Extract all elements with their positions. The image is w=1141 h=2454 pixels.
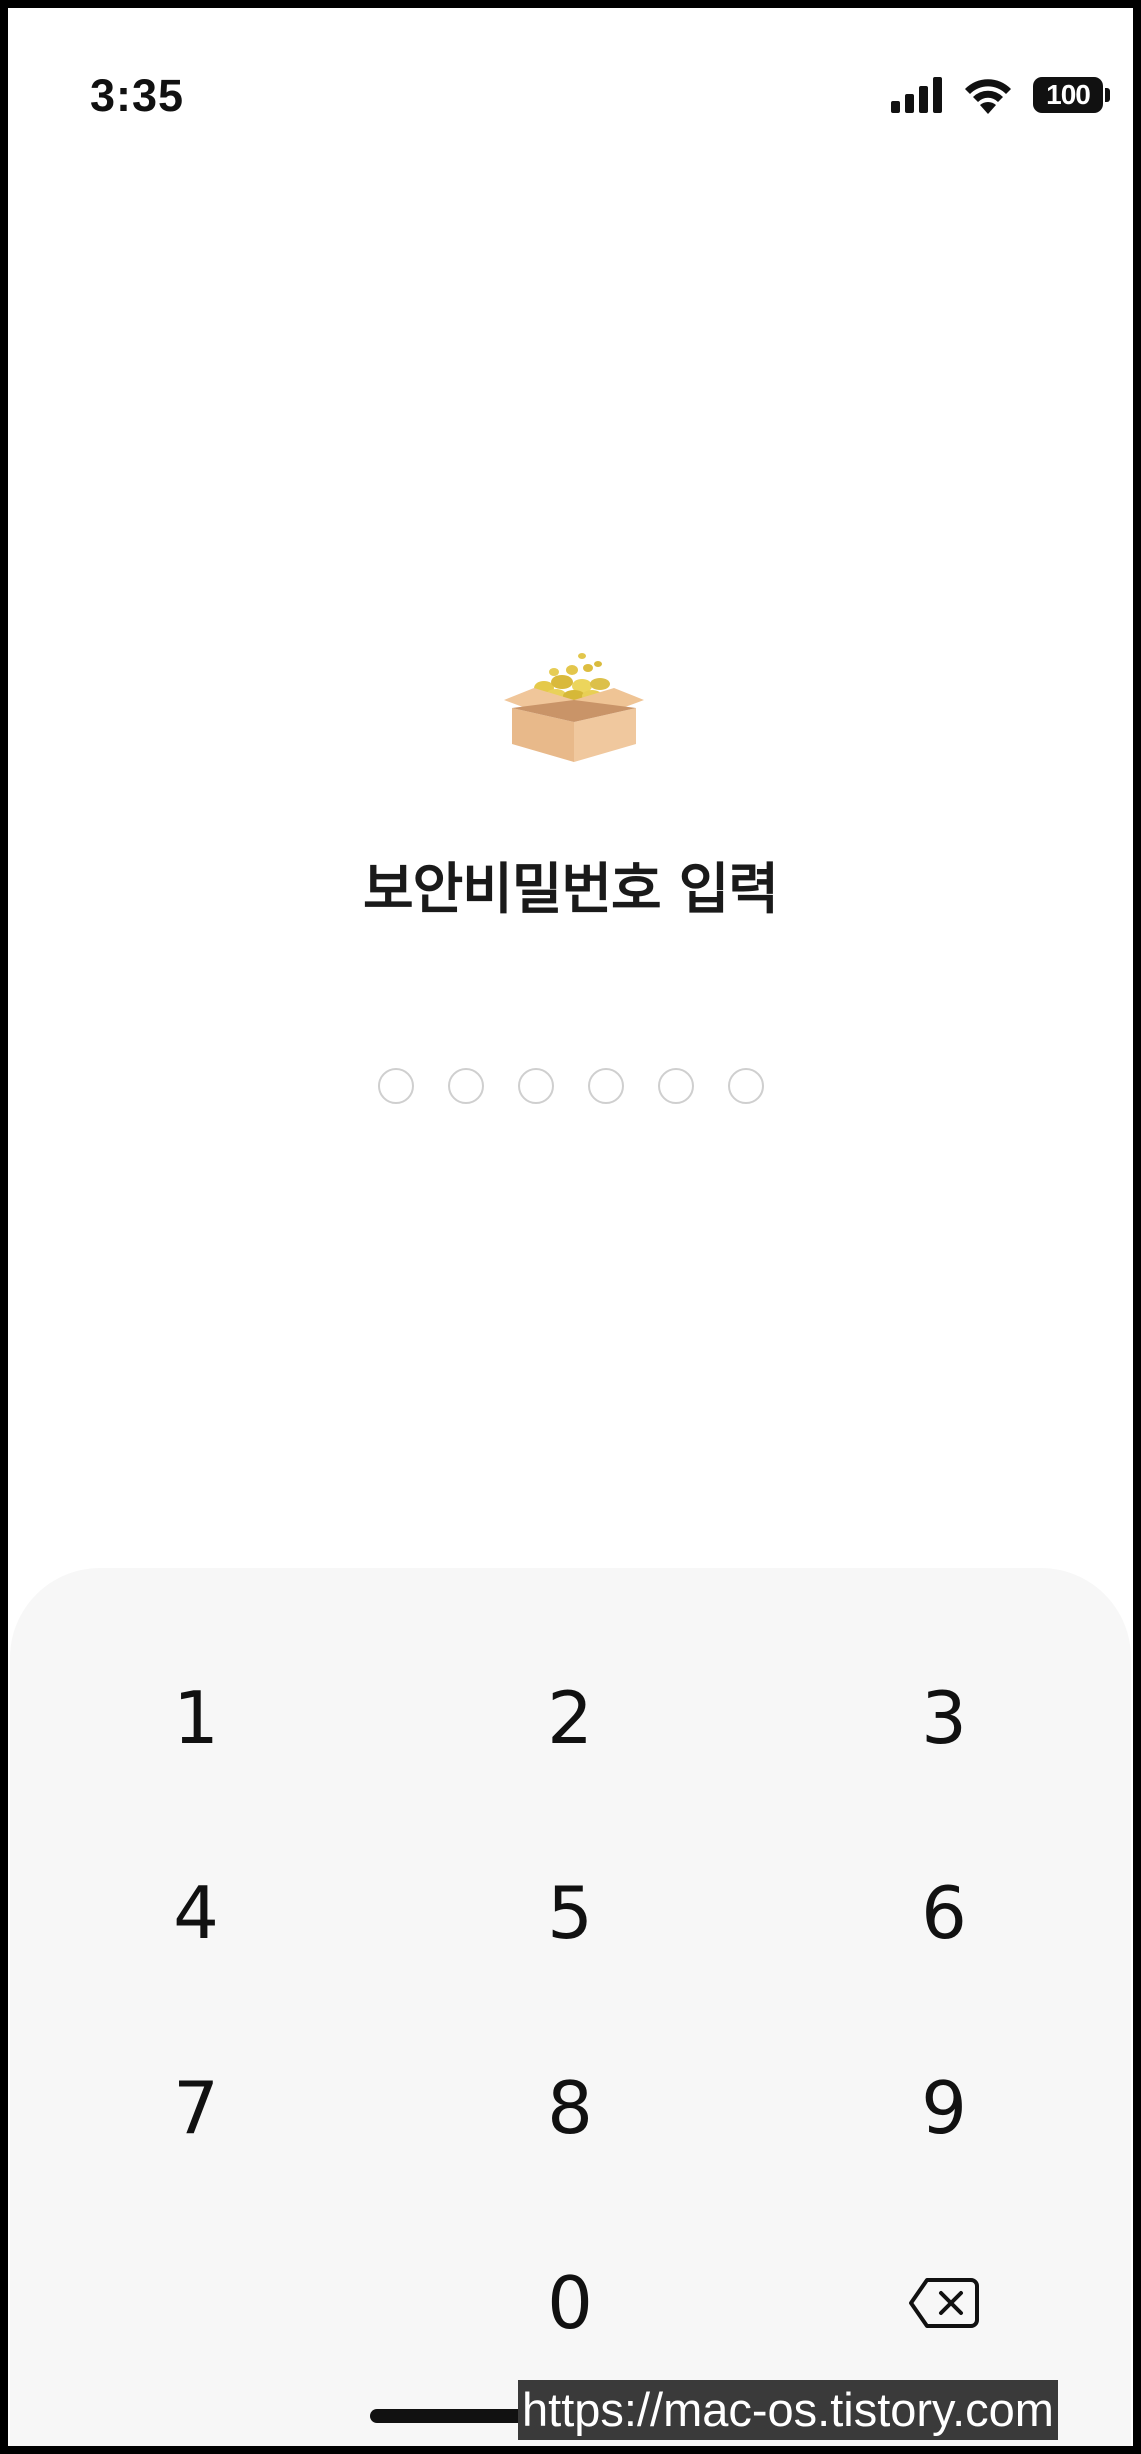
backspace-icon [909, 2278, 979, 2328]
key-9[interactable]: 9 [814, 2028, 1074, 2188]
key-2[interactable]: 2 [440, 1638, 700, 1798]
watermark: https://mac-os.tistory.com [518, 2380, 1058, 2440]
key-6[interactable]: 6 [814, 1833, 1074, 1993]
pin-dot [727, 1068, 764, 1104]
key-0[interactable]: 0 [440, 2223, 700, 2383]
battery-icon: 100 [1033, 77, 1110, 113]
treasure-box-icon [504, 653, 644, 762]
pin-indicator [8, 1068, 1133, 1104]
status-time: 3:35 [90, 70, 185, 121]
number-keypad: 1 2 3 4 5 6 7 8 9 0 [10, 1568, 1131, 2446]
key-5[interactable]: 5 [440, 1833, 700, 1993]
key-7[interactable]: 7 [66, 2028, 326, 2188]
key-8[interactable]: 8 [440, 2028, 700, 2188]
key-4[interactable]: 4 [66, 1833, 326, 1993]
pin-dot [657, 1068, 694, 1104]
wifi-icon [965, 79, 1011, 114]
phone-screen: 3:35 100 보안비밀번호 입력 1 2 3 4 5 6 7 8 9 0 [0, 0, 1141, 2454]
page-title: 보안비밀번호 입력 [363, 857, 779, 921]
backspace-button[interactable] [814, 2223, 1074, 2383]
status-bar: 3:35 100 [8, 8, 1133, 188]
pin-dot [377, 1068, 414, 1104]
key-1[interactable]: 1 [66, 1638, 326, 1798]
battery-level: 100 [1046, 79, 1091, 110]
signal-icon [891, 77, 942, 113]
status-icons: 100 [891, 76, 1110, 114]
key-3[interactable]: 3 [814, 1638, 1074, 1798]
pin-dot [517, 1068, 554, 1104]
pin-dot [447, 1068, 484, 1104]
pin-dot [587, 1068, 624, 1104]
